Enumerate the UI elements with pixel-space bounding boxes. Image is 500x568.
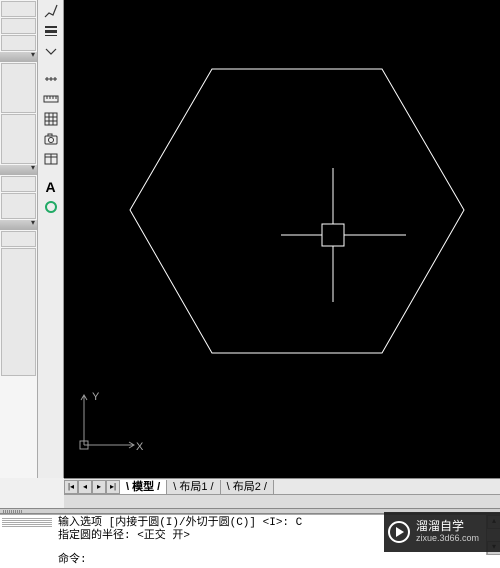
command-history-line: 输入选项 [内接于圆(I)/外切于圆(C)] <I>: C <box>58 517 302 530</box>
tab-model[interactable]: 模型 <box>120 480 167 494</box>
horizontal-scrollbar[interactable] <box>64 494 500 508</box>
tab-prev-button[interactable]: ◂ <box>78 480 92 494</box>
crosshair-cursor <box>281 168 406 302</box>
model-viewport[interactable]: Y X <box>64 0 500 478</box>
watermark-url: zixue.3d66.com <box>416 534 479 544</box>
ruler-icon[interactable] <box>41 90 61 108</box>
tab-layout1[interactable]: 布局1 <box>167 480 220 494</box>
dropdown-icon[interactable] <box>41 42 61 60</box>
grid-icon[interactable] <box>41 110 61 128</box>
panel-row <box>1 35 36 51</box>
play-icon <box>388 521 410 543</box>
tab-last-button[interactable]: ▸| <box>106 480 120 494</box>
watermark-badge: 溜溜自学 zixue.3d66.com <box>384 512 500 552</box>
panel-row <box>1 231 36 247</box>
panel-row <box>1 248 36 376</box>
draw-toolbar: A <box>38 0 64 478</box>
brush-icon[interactable] <box>41 2 61 20</box>
hexagon-shape <box>130 69 464 353</box>
tab-next-button[interactable]: ▸ <box>92 480 106 494</box>
layout-tabs: |◂ ◂ ▸ ▸| 模型 布局1 布局2 <box>64 478 500 494</box>
panel-row <box>1 63 36 113</box>
tab-first-button[interactable]: |◂ <box>64 480 78 494</box>
ring-icon[interactable] <box>41 198 61 216</box>
command-history-line: 指定圆的半径: <正交 开> <box>58 530 302 543</box>
command-history: 输入选项 [内接于圆(I)/外切于圆(C)] <I>: C 指定圆的半径: <正… <box>58 517 302 543</box>
command-grip[interactable] <box>2 517 52 527</box>
ucs-axes-icon <box>80 395 134 449</box>
panel-row <box>1 1 36 17</box>
ucs-y-label: Y <box>92 391 100 403</box>
lineweight-icon[interactable] <box>41 22 61 40</box>
watermark-title: 溜溜自学 <box>416 520 479 533</box>
text-icon[interactable]: A <box>41 178 61 196</box>
command-input[interactable] <box>87 552 387 564</box>
panel-collapse[interactable] <box>0 165 37 175</box>
command-prompt: 命令: <box>58 550 87 566</box>
panel-collapse[interactable] <box>0 52 37 62</box>
panel-row <box>1 176 36 192</box>
measure-icon[interactable] <box>41 70 61 88</box>
table-icon[interactable] <box>41 150 61 168</box>
panel-collapse[interactable] <box>0 220 37 230</box>
ucs-x-label: X <box>136 441 144 453</box>
properties-panel <box>0 0 38 478</box>
camera-icon[interactable] <box>41 130 61 148</box>
panel-row <box>1 18 36 34</box>
panel-row <box>1 114 36 164</box>
tab-layout2[interactable]: 布局2 <box>221 480 274 494</box>
panel-row <box>1 193 36 219</box>
